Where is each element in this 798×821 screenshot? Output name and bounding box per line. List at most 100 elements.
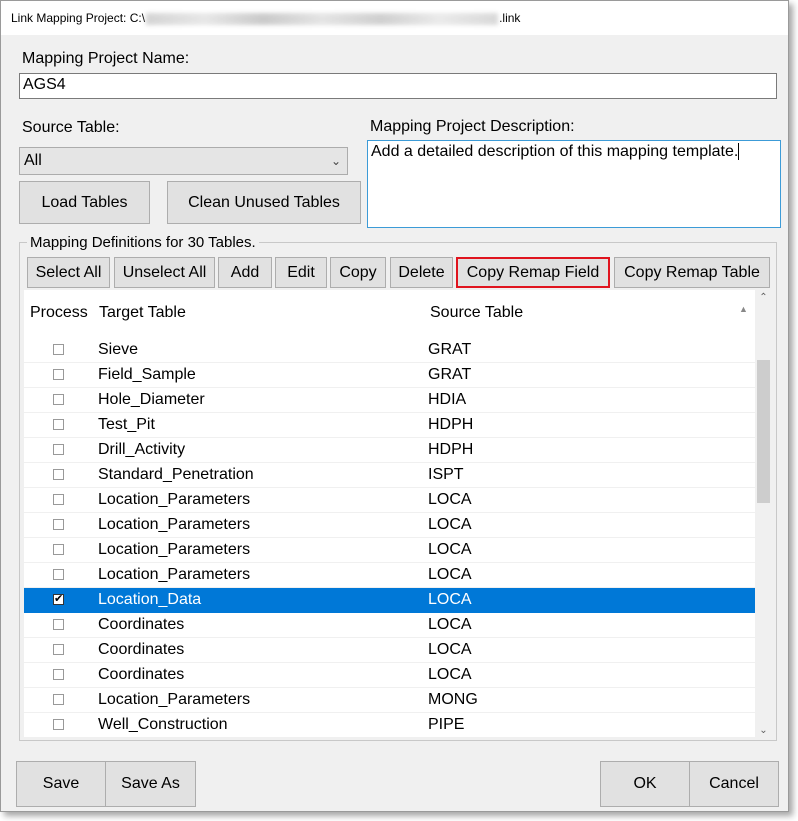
text-caret [738,143,740,160]
save-as-button[interactable]: Save As [105,761,196,807]
table-row[interactable]: Coordinates LOCA [24,613,755,638]
process-checkbox[interactable] [53,719,64,730]
target-table-cell: Standard_Penetration [98,466,254,483]
process-checkbox[interactable] [53,419,64,430]
source-table-cell: LOCA [428,616,472,633]
process-checkbox[interactable] [53,394,64,405]
vertical-scrollbar[interactable]: ⌃ ⌄ [755,290,772,738]
table-row[interactable]: Coordinates LOCA [24,663,755,688]
source-table-cell: LOCA [428,591,472,608]
column-source-table[interactable]: Source Table [430,304,523,322]
select-all-button[interactable]: Select All [27,257,110,288]
project-name-input[interactable]: AGS4 [19,73,777,99]
column-process[interactable]: Process [30,304,88,322]
window-title-suffix: .link [499,11,521,25]
source-table-cell: LOCA [428,666,472,683]
column-target-table[interactable]: Target Table [99,304,186,322]
process-checkbox[interactable] [53,669,64,680]
process-checkbox[interactable] [53,469,64,480]
process-checkbox[interactable] [53,344,64,355]
target-table-cell: Location_Parameters [98,691,251,708]
copy-button[interactable]: Copy [330,257,386,288]
description-text: Add a detailed description of this mappi… [371,143,739,160]
table-row[interactable]: Location_Parameters LOCA [24,538,755,563]
delete-button[interactable]: Delete [390,257,453,288]
unselect-all-button[interactable]: Unselect All [114,257,215,288]
target-table-cell: Coordinates [98,616,185,633]
scroll-down-icon[interactable]: ⌄ [755,725,772,736]
scroll-thumb[interactable] [757,360,770,503]
ok-button[interactable]: OK [600,761,690,807]
source-table-cell: HDPH [428,441,474,458]
source-table-cell: LOCA [428,516,472,533]
mapping-definitions-label: Mapping Definitions for 30 Tables. [27,234,259,251]
process-checkbox[interactable] [53,494,64,505]
copy-remap-table-button[interactable]: Copy Remap Table [614,257,770,288]
chevron-down-icon: ⌄ [330,154,341,168]
process-checkbox[interactable] [53,544,64,555]
target-table-cell: Location_Data [98,591,202,608]
sort-ascending-icon: ▲ [739,304,748,314]
description-input[interactable]: Add a detailed description of this mappi… [367,140,781,228]
process-checkbox[interactable] [53,444,64,455]
source-table-selected: All [24,152,42,169]
mapping-list[interactable]: Process Target Table Source Table ▲ Siev… [24,290,772,738]
process-checkbox[interactable] [53,369,64,380]
source-table-cell: PIPE [428,716,465,733]
table-row[interactable]: Drill_Activity HDPH [24,438,755,463]
save-button[interactable]: Save [16,761,106,807]
source-table-cell: LOCA [428,566,472,583]
source-table-cell: HDPH [428,416,474,433]
scroll-up-icon[interactable]: ⌃ [755,292,772,303]
target-table-cell: Sieve [98,341,139,358]
table-row[interactable]: Location_Parameters MONG [24,688,755,713]
table-row[interactable]: Location_Parameters LOCA [24,488,755,513]
source-table-cell: GRAT [428,366,472,383]
table-row[interactable]: Location_Parameters LOCA [24,513,755,538]
target-table-cell: Field_Sample [98,366,196,383]
target-table-cell: Location_Parameters [98,491,251,508]
table-row[interactable]: Well_Construction PIPE [24,713,755,738]
source-table-cell: MONG [428,691,478,708]
target-table-cell: Test_Pit [98,416,155,433]
source-table-cell: LOCA [428,641,472,658]
table-row[interactable]: Coordinates LOCA [24,638,755,663]
cancel-button[interactable]: Cancel [689,761,779,807]
process-checkbox[interactable] [53,619,64,630]
load-tables-button[interactable]: Load Tables [19,181,150,224]
source-table-cell: ISPT [428,466,464,483]
table-row[interactable]: Field_Sample GRAT [24,363,755,388]
target-table-cell: Location_Parameters [98,516,251,533]
target-table-cell: Drill_Activity [98,441,186,458]
source-table-select[interactable]: All ⌄ [19,147,348,175]
table-row[interactable]: Sieve GRAT [24,338,755,363]
process-checkbox[interactable] [53,569,64,580]
list-rows: Sieve GRAT Field_Sample GRAT Hole_Diameter HD… [24,338,755,738]
target-table-cell: Well_Construction [98,716,228,733]
window-title-prefix: Link Mapping Project: C:\ [11,11,146,25]
add-button[interactable]: Add [218,257,272,288]
clean-unused-tables-button[interactable]: Clean Unused Tables [167,181,361,224]
process-checkbox[interactable] [53,644,64,655]
copy-remap-field-button[interactable]: Copy Remap Field [456,257,610,288]
edit-button[interactable]: Edit [275,257,327,288]
target-table-cell: Coordinates [98,641,185,658]
table-row[interactable]: ✔ Location_Data LOCA [24,588,755,613]
target-table-cell: Location_Parameters [98,541,251,558]
table-row[interactable]: Test_Pit HDPH [24,413,755,438]
source-table-cell: LOCA [428,491,472,508]
table-row[interactable]: Standard_Penetration ISPT [24,463,755,488]
target-table-cell: Location_Parameters [98,566,251,583]
source-table-cell: GRAT [428,341,472,358]
description-label: Mapping Project Description: [370,118,575,135]
target-table-cell: Hole_Diameter [98,391,205,408]
target-table-cell: Coordinates [98,666,185,683]
list-header: Process Target Table Source Table ▲ [24,290,755,338]
source-table-cell: HDIA [428,391,467,408]
table-row[interactable]: Hole_Diameter HDIA [24,388,755,413]
table-row[interactable]: Location_Parameters LOCA [24,563,755,588]
process-checkbox[interactable] [53,694,64,705]
process-checkbox[interactable]: ✔ [53,594,64,605]
blurred-path [146,12,499,25]
process-checkbox[interactable] [53,519,64,530]
